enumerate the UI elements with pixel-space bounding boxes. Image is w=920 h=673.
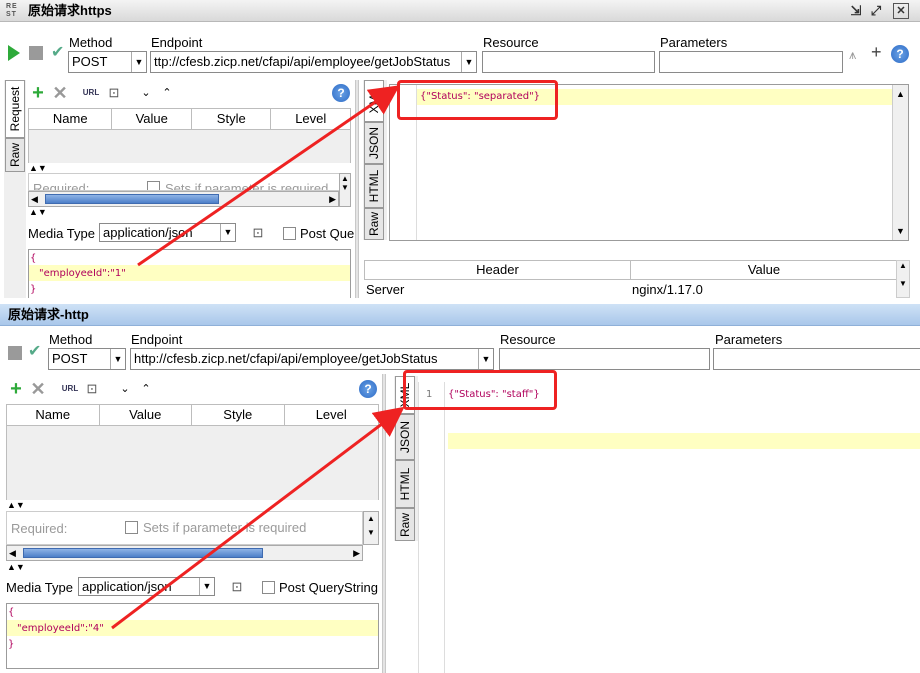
arrow-http [111, 406, 405, 630]
annotation-arrows [111, 85, 405, 630]
arrow-https [137, 85, 400, 267]
